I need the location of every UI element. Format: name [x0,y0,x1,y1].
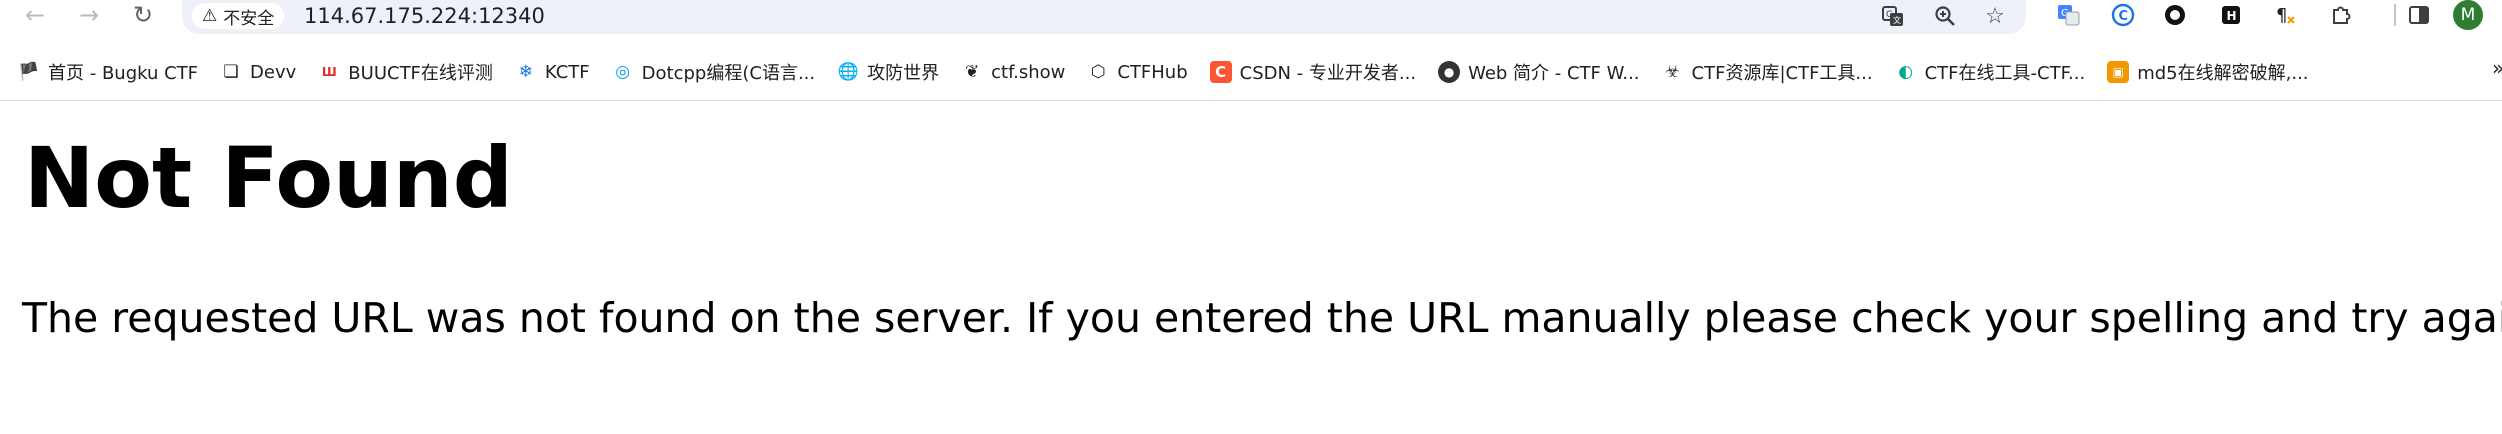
bookmark-label: CTF资源库|CTF工具... [1691,63,1873,84]
bookmark-ctfhub[interactable]: ⬡ CTFHub [1087,61,1188,83]
bookmark-ctf-wiki[interactable]: ● Web 简介 - CTF W... [1438,59,1640,85]
bookmark-adworld[interactable]: 🌐 攻防世界 [837,59,940,85]
bookmark-label: CSDN - 专业开发者... [1239,63,1417,84]
bookmark-csdn[interactable]: C CSDN - 专业开发者... [1209,59,1417,85]
bookmark-kctf[interactable]: ❄ KCTF [515,61,590,83]
translate-icon: G 文 [1882,6,1903,26]
page-title: Not Found [24,129,513,227]
bookmark-bugku[interactable]: 🏴 首页 - Bugku CTF [18,59,198,85]
bookmark-label: md5在线解密破解,... [2137,63,2309,84]
puzzle-icon [2333,6,2351,24]
bookmark-label: ctf.show [991,61,1066,83]
extensions-menu-button[interactable] [2326,0,2356,30]
spy-icon: ☣ [1664,62,1681,82]
extension-ring-button[interactable] [2160,0,2190,30]
bookmark-dotcpp[interactable]: ◎ Dotcpp编程(C语言... [612,59,815,85]
extension-c-button[interactable]: C [2108,0,2138,30]
bookmark-label: Web 简介 - CTF W... [1468,63,1640,84]
security-chip[interactable]: ⚠ 不安全 [192,3,285,29]
bookmark-label: Devv [250,61,297,83]
md5-icon: ▣ [2107,61,2130,83]
cube-icon: ❏ [223,62,239,82]
forward-button[interactable]: → [72,0,106,30]
dotcpp-icon: ◎ [615,62,631,82]
error-message: The requested URL was not found on the s… [22,294,2502,342]
side-panel-icon [2409,6,2429,24]
star-icon: ☆ [1985,3,2005,29]
bookmark-ctf-tools[interactable]: ◐ CTF在线工具-CTF... [1895,59,2086,85]
browser-toolbar: ← → ↻ ⚠ 不安全 114.67.175.224:12340 G 文 ☆ G… [0,0,2502,34]
bookmark-label: CTFHub [1117,61,1188,83]
pilcrow-icon: ¶ [2276,5,2295,26]
google-translate-extension-icon: G [2058,5,2080,26]
svg-text:文: 文 [1893,15,1901,25]
bookmark-md5[interactable]: ▣ md5在线解密破解,... [2107,59,2309,85]
back-button[interactable]: ← [18,0,52,30]
ctf-tools-icon: ◐ [1898,62,1914,82]
arrow-right-icon: → [78,1,100,29]
bookmark-devv[interactable]: ❏ Devv [220,61,296,83]
h-square-icon: H [2222,6,2240,24]
bookmark-label: 首页 - Bugku CTF [48,63,199,84]
zoom-icon [1935,6,1955,26]
web-icon: ● [1438,61,1461,83]
warning-triangle-icon: ⚠ [202,6,218,26]
runner-icon: ❦ [964,62,980,82]
extension-translate-button[interactable]: G [2054,0,2084,30]
zoom-button[interactable] [1930,2,1960,30]
bookmark-label: BUUCTF在线评测 [348,63,493,84]
bookmark-label: Dotcpp编程(C语言... [641,63,816,84]
url-text[interactable]: 114.67.175.224:12340 [304,2,545,30]
arrow-left-icon: ← [24,1,46,29]
svg-text:H: H [2227,9,2237,23]
buu-icon: Ш [321,65,337,79]
bookmark-ctfshow[interactable]: ❦ ctf.show [961,61,1065,83]
bookmark-label: CTF在线工具-CTF... [1924,63,2086,84]
snowflake-icon: ❄ [518,62,534,82]
bookmarks-bar: 🏴 首页 - Bugku CTF ❏ Devv Ш BUUCTF在线评测 ❄ K… [0,52,2502,92]
reload-button[interactable]: ↻ [126,0,160,30]
toolbar-separator [2394,4,2396,26]
ring-icon [2165,5,2185,25]
reload-icon: ↻ [132,1,154,29]
c-circle-icon: C [2111,3,2135,27]
svg-text:¶: ¶ [2276,5,2287,26]
extension-pilcrow-button[interactable]: ¶ [2270,0,2300,30]
security-label: 不安全 [223,8,275,29]
bookmark-buuctf[interactable]: Ш BUUCTF在线评测 [318,59,493,85]
bookmark-ctf-resources[interactable]: ☣ CTF资源库|CTF工具... [1662,59,1873,85]
profile-avatar[interactable]: M [2453,0,2483,30]
bookmark-label: KCTF [544,61,590,83]
csdn-icon: C [1209,61,1232,83]
flag-icon: 🏴 [18,62,40,82]
extension-h-button[interactable]: H [2216,0,2246,30]
side-panel-button[interactable] [2404,0,2434,30]
svg-text:C: C [2119,9,2129,24]
bookmark-label: 攻防世界 [867,63,940,84]
bookmark-star-button[interactable]: ☆ [1980,2,2010,30]
bookmarks-overflow-icon[interactable]: » [2492,56,2502,80]
translate-button[interactable]: G 文 [1878,2,1908,30]
globe-icon: 🌐 [837,62,859,82]
hub-icon: ⬡ [1090,62,1106,82]
address-bar[interactable]: ⚠ 不安全 114.67.175.224:12340 G 文 ☆ [182,0,2026,34]
toolbar-divider [0,100,2502,101]
